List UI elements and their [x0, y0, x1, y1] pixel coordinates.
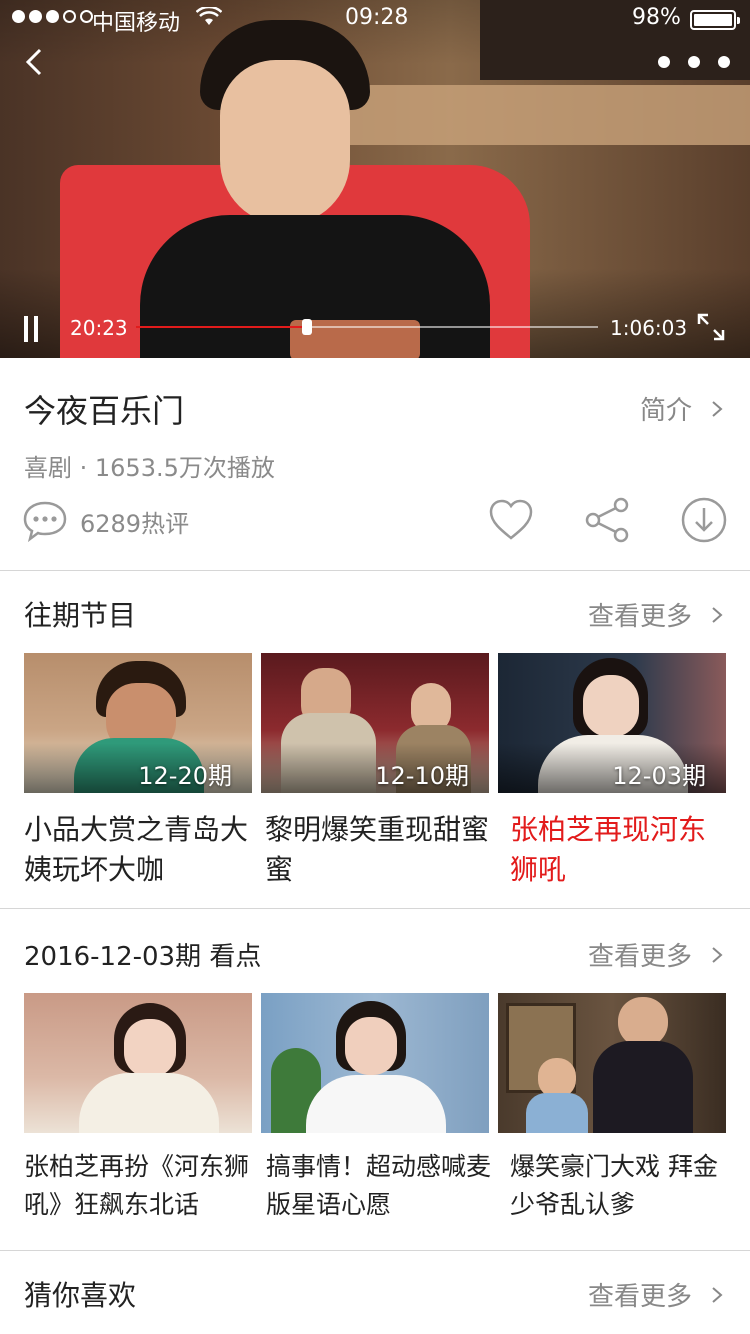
signal-strength-icon — [12, 10, 93, 23]
thumbnail-figure — [538, 1058, 576, 1098]
progress-bar[interactable] — [136, 319, 598, 335]
current-time: 20:23 — [70, 316, 128, 340]
divider — [0, 570, 750, 571]
battery-icon — [690, 10, 740, 30]
wifi-icon — [195, 5, 223, 33]
thumbnail-figure — [79, 1073, 219, 1133]
highlight-thumbnail-3[interactable] — [498, 993, 726, 1133]
video-background-wall — [350, 85, 750, 145]
total-time: 1:06:03 — [610, 316, 688, 340]
divider — [0, 908, 750, 909]
episode-caption-3[interactable]: 张柏芝再现河东狮吼 — [510, 810, 730, 890]
download-icon[interactable] — [680, 496, 728, 544]
episode-caption-1[interactable]: 小品大赏之青岛大姨玩坏大咖 — [24, 810, 256, 890]
thumbnail-figure — [526, 1093, 588, 1133]
back-button[interactable] — [20, 44, 50, 80]
comments-count: 6289热评 — [80, 509, 190, 538]
more-label: 查看更多 — [587, 1282, 692, 1312]
highlight-thumbnail-2[interactable] — [261, 993, 489, 1133]
thumbnail-figure — [618, 997, 668, 1047]
thumbnail-figure — [124, 1019, 176, 1077]
episode-date: 12-20期 — [138, 762, 232, 790]
more-label: 查看更多 — [587, 942, 692, 972]
more-dots-icon[interactable] — [658, 54, 730, 70]
divider — [0, 1250, 750, 1251]
highlight-caption-2[interactable]: 搞事情！超动感喊麦版星语心愿 — [266, 1148, 498, 1224]
comments-button[interactable]: 6289热评 — [22, 500, 189, 542]
pause-icon[interactable] — [22, 316, 40, 342]
episode-date: 12-03期 — [612, 762, 706, 790]
chevron-right-icon — [712, 1286, 723, 1303]
heart-icon[interactable] — [487, 496, 535, 544]
chevron-right-icon — [712, 606, 723, 623]
more-label: 查看更多 — [587, 602, 692, 632]
video-person-face — [220, 60, 350, 225]
video-player[interactable]: 中国移动 09:28 98% 20:23 1:06:03 — [0, 0, 750, 358]
thumbnail-figure — [345, 1017, 397, 1075]
thumbnail-figure — [583, 675, 639, 737]
thumbnail-figure — [593, 1041, 693, 1133]
episode-thumbnail-2[interactable]: 12-10期 — [261, 653, 489, 793]
progress-handle[interactable] — [301, 319, 312, 335]
fullscreen-icon[interactable] — [696, 312, 726, 342]
highlight-caption-3[interactable]: 爆笑豪门大戏 拜金少爷乱认爹 — [510, 1148, 732, 1224]
episode-thumbnail-3[interactable]: 12-03期 — [498, 653, 726, 793]
carrier-name: 中国移动 — [92, 11, 181, 36]
highlight-thumbnail-1[interactable] — [24, 993, 252, 1133]
thumbnail-figure — [306, 1075, 446, 1133]
chevron-right-icon — [712, 400, 723, 417]
share-icon[interactable] — [583, 496, 631, 544]
status-bar: 中国移动 09:28 98% — [0, 0, 750, 40]
episode-thumbnail-1[interactable]: 12-20期 — [24, 653, 252, 793]
chevron-right-icon — [712, 946, 723, 963]
comment-bubble-icon — [23, 501, 67, 542]
battery-percentage: 98% — [632, 5, 681, 30]
intro-link[interactable]: 简介 — [640, 390, 724, 427]
episode-date: 12-10期 — [375, 762, 469, 790]
highlights-title: 2016-12-03期 看点 — [24, 942, 262, 972]
intro-label: 简介 — [639, 396, 692, 426]
show-title: 今夜百乐门 — [24, 392, 185, 430]
show-meta: 喜剧 · 1653.5万次播放 — [24, 454, 275, 482]
highlights-more-link[interactable]: 查看更多 — [588, 936, 724, 973]
chevron-left-icon — [25, 48, 42, 76]
recommend-more-link[interactable]: 查看更多 — [588, 1276, 724, 1313]
past-episodes-title: 往期节目 — [24, 599, 137, 632]
recommend-title: 猜你喜欢 — [24, 1279, 137, 1312]
past-episodes-more-link[interactable]: 查看更多 — [588, 596, 724, 633]
progress-played — [136, 326, 307, 328]
episode-caption-2[interactable]: 黎明爆笑重现甜蜜蜜 — [265, 810, 497, 890]
status-time: 09:28 — [345, 5, 409, 30]
highlight-caption-1[interactable]: 张柏芝再扮《河东狮吼》狂飙东北话 — [24, 1148, 256, 1224]
